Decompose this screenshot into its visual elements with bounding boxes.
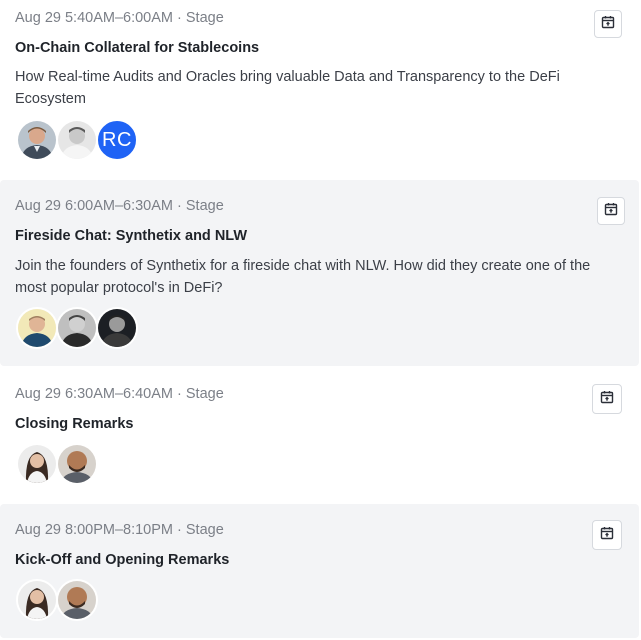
session-meta: Aug 29 6:30AM–6:40AM · Stage — [15, 386, 224, 402]
calendar-add-icon — [601, 15, 615, 34]
meta-separator: · — [173, 522, 186, 538]
add-to-calendar-button[interactable] — [594, 10, 622, 38]
session-card: Aug 29 6:00AM–6:30AM · Stage Fireside Ch… — [0, 180, 639, 366]
speaker-avatar[interactable] — [56, 307, 98, 349]
calendar-add-icon — [600, 526, 614, 545]
speaker-avatar[interactable] — [16, 119, 58, 161]
session-title: On-Chain Collateral for Stablecoins — [15, 40, 260, 56]
session-time: Aug 29 5:40AM–6:00AM — [15, 10, 173, 26]
session-meta: Aug 29 8:00PM–8:10PM · Stage — [15, 522, 224, 538]
session-time: Aug 29 6:30AM–6:40AM — [15, 386, 173, 402]
meta-separator: · — [173, 10, 186, 26]
speaker-avatar[interactable] — [56, 443, 98, 485]
session-location: Stage — [185, 10, 224, 26]
session-card: Aug 29 5:40AM–6:00AM · Stage On-Chain Co… — [0, 0, 639, 178]
session-card: Aug 29 6:30AM–6:40AM · Stage Closing Rem… — [0, 368, 639, 502]
session-meta: Aug 29 5:40AM–6:00AM · Stage — [15, 10, 224, 26]
session-title: Kick-Off and Opening Remarks — [15, 552, 230, 568]
speaker-avatar[interactable] — [16, 307, 58, 349]
speaker-avatar[interactable] — [56, 119, 98, 161]
speaker-avatar[interactable] — [56, 579, 98, 621]
session-description: Join the founders of Synthetix for a fir… — [15, 258, 591, 296]
add-to-calendar-button[interactable] — [592, 520, 622, 550]
calendar-add-icon — [600, 390, 614, 409]
session-meta: Aug 29 6:00AM–6:30AM · Stage — [15, 198, 224, 214]
add-to-calendar-button[interactable] — [597, 197, 625, 225]
speaker-avatar-initials[interactable]: RC — [96, 119, 138, 161]
session-description: How Real-time Audits and Oracles bring v… — [15, 69, 560, 107]
speaker-avatar[interactable] — [16, 443, 58, 485]
session-location: Stage — [185, 198, 224, 214]
session-title: Fireside Chat: Synthetix and NLW — [15, 228, 248, 244]
session-time: Aug 29 8:00PM–8:10PM — [15, 522, 173, 538]
session-card: Aug 29 8:00PM–8:10PM · Stage Kick-Off an… — [0, 504, 639, 638]
meta-separator: · — [173, 198, 186, 214]
session-time: Aug 29 6:00AM–6:30AM — [15, 198, 173, 214]
session-location: Stage — [185, 386, 224, 402]
calendar-add-icon — [604, 202, 618, 221]
session-agenda: Aug 29 5:40AM–6:00AM · Stage On-Chain Co… — [0, 0, 641, 640]
session-location: Stage — [185, 522, 224, 538]
session-title: Closing Remarks — [15, 416, 134, 432]
speaker-avatar[interactable] — [96, 307, 138, 349]
meta-separator: · — [173, 386, 186, 402]
speaker-avatar[interactable] — [16, 579, 58, 621]
add-to-calendar-button[interactable] — [592, 384, 622, 414]
